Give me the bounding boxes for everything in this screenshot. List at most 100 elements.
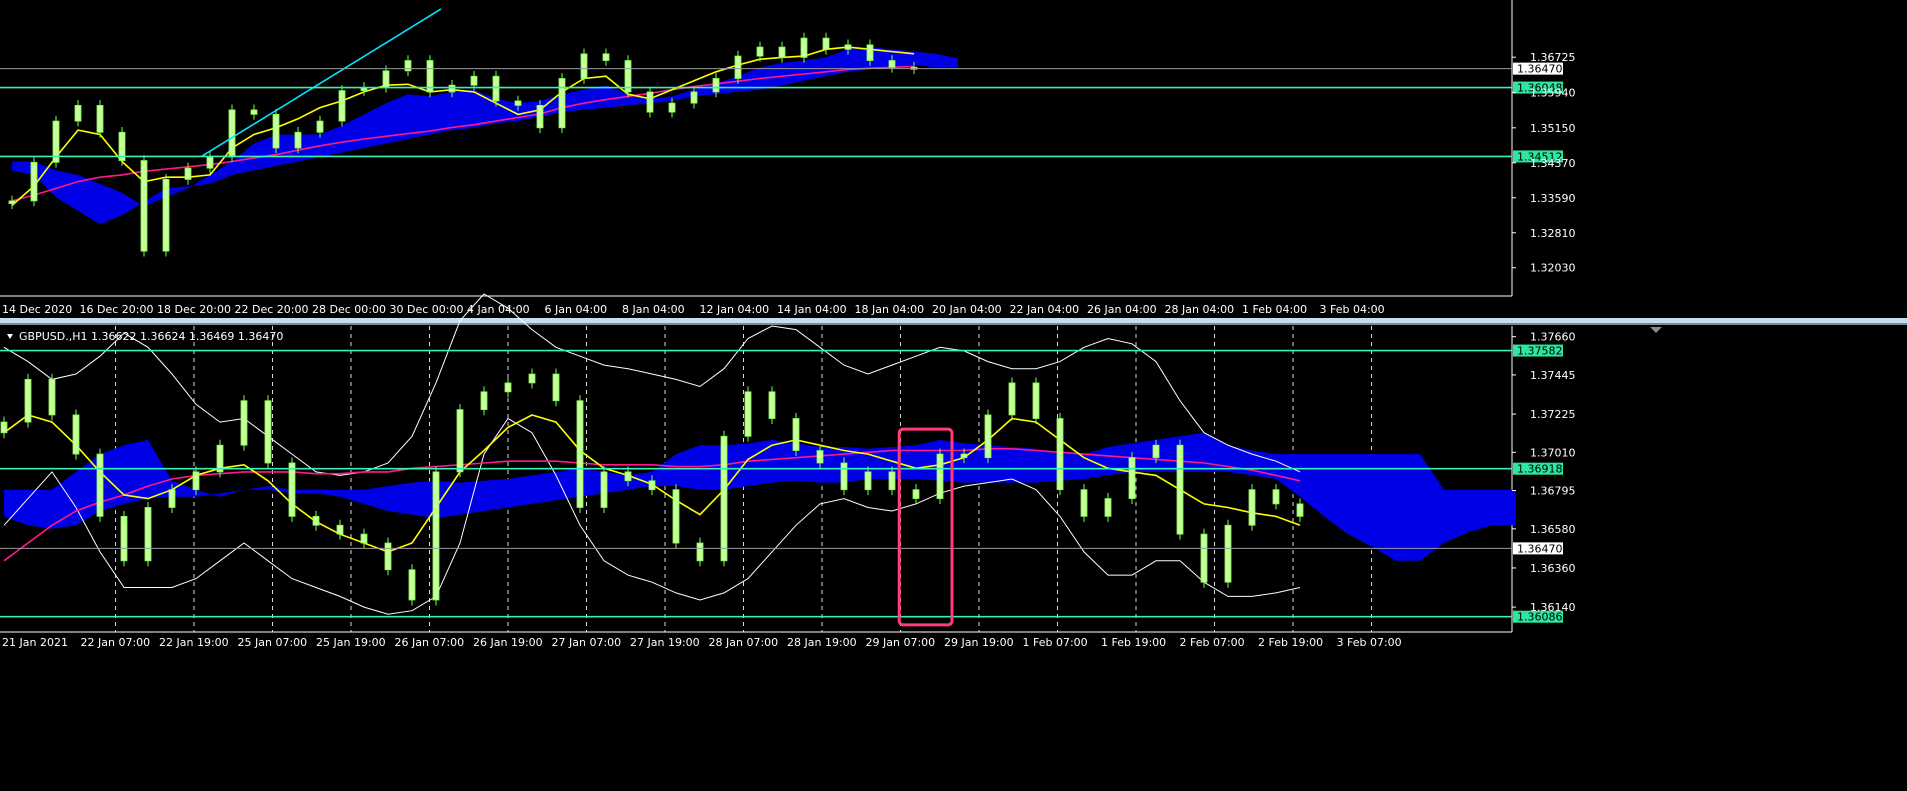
lower-x-tick-label: 27 Jan 07:00 xyxy=(552,636,622,649)
lower-candle xyxy=(1008,382,1016,416)
upper-x-tick-label: 3 Feb 04:00 xyxy=(1320,303,1385,316)
lower-candle xyxy=(168,489,176,508)
lower-level-label: 1.36918 xyxy=(1517,463,1563,476)
lower-candle xyxy=(240,400,248,446)
lower-candle xyxy=(1296,503,1304,517)
upper-x-tick-label: 30 Dec 00:00 xyxy=(390,303,464,316)
upper-x-tick-label: 18 Jan 04:00 xyxy=(855,303,925,316)
upper-candle xyxy=(30,161,38,202)
upper-candle xyxy=(778,46,786,58)
lower-candle xyxy=(720,435,728,562)
upper-candle xyxy=(668,102,676,113)
lower-x-tick-label: 28 Jan 07:00 xyxy=(709,636,779,649)
lower-x-tick-label: 3 Feb 07:00 xyxy=(1337,636,1402,649)
upper-candle xyxy=(866,44,874,61)
lower-candle xyxy=(624,471,632,482)
lower-x-tick-label: 25 Jan 19:00 xyxy=(316,636,386,649)
upper-candle xyxy=(448,84,456,93)
lower-candle xyxy=(528,373,536,384)
upper-candle xyxy=(272,113,280,149)
upper-y-tick-label: 1.34370 xyxy=(1530,157,1576,170)
upper-x-tick-label: 22 Jan 04:00 xyxy=(1010,303,1080,316)
upper-candle xyxy=(184,167,192,180)
lower-candle xyxy=(384,542,392,571)
scroll-triangle-down-icon xyxy=(1650,327,1662,333)
lower-candle xyxy=(72,414,80,455)
lower-y-tick-label: 1.37225 xyxy=(1530,408,1576,421)
upper-candle xyxy=(514,100,522,106)
upper-candle xyxy=(580,53,588,79)
upper-candle xyxy=(558,78,566,129)
upper-x-tick-label: 6 Jan 04:00 xyxy=(545,303,608,316)
upper-x-tick-label: 26 Jan 04:00 xyxy=(1087,303,1157,316)
upper-candle xyxy=(96,104,104,133)
lower-x-tick-label: 22 Jan 07:00 xyxy=(81,636,151,649)
lower-candle xyxy=(456,409,464,473)
lower-candle xyxy=(1032,382,1040,419)
lower-candle xyxy=(312,515,320,526)
upper-x-tick-label: 28 Dec 00:00 xyxy=(312,303,386,316)
lower-candle xyxy=(120,515,128,562)
upper-x-tick-label: 18 Dec 20:00 xyxy=(157,303,231,316)
mt-chart-window: 1.36048 1.34512 1.36470 1.36725 1.35940 1.351… xyxy=(0,0,1907,787)
lower-candle xyxy=(960,453,968,459)
upper-x-tick-label: 8 Jan 04:00 xyxy=(622,303,685,316)
lower-candle xyxy=(432,471,440,601)
lower-candle xyxy=(768,391,776,419)
lower-candle xyxy=(504,382,512,393)
lower-candle xyxy=(336,524,344,535)
lower-x-tick-label: 27 Jan 19:00 xyxy=(630,636,700,649)
lower-x-tick-label: 26 Jan 07:00 xyxy=(395,636,465,649)
lower-candle xyxy=(1152,444,1160,459)
lower-y-tick-label: 1.37445 xyxy=(1530,369,1576,382)
upper-candle xyxy=(888,60,896,68)
upper-candle xyxy=(316,120,324,133)
upper-x-tick-label: 16 Dec 20:00 xyxy=(80,303,154,316)
upper-x-tick-label: 12 Jan 04:00 xyxy=(700,303,770,316)
upper-candle xyxy=(844,44,852,50)
lower-level-label: 1.37582 xyxy=(1517,345,1563,358)
upper-candle xyxy=(646,91,654,113)
upper-candle xyxy=(492,75,500,102)
collapse-triangle-down-icon xyxy=(7,334,13,339)
upper-candle xyxy=(206,156,214,169)
lower-candle xyxy=(1176,444,1184,535)
upper-candle xyxy=(712,78,720,93)
upper-candle xyxy=(404,60,412,72)
lower-chart-title: GBPUSD.,H1 1.36622 1.36624 1.36469 1.364… xyxy=(19,330,283,343)
lower-candle xyxy=(360,533,368,544)
upper-candle xyxy=(140,160,148,252)
lower-candle xyxy=(288,462,296,517)
lower-x-tick-label: 29 Jan 19:00 xyxy=(944,636,1014,649)
lower-candle xyxy=(888,471,896,491)
panel-separator xyxy=(0,318,1907,323)
upper-candle xyxy=(800,37,808,58)
lower-x-tick-label: 25 Jan 07:00 xyxy=(238,636,308,649)
panel-separator-edge xyxy=(0,323,1907,325)
upper-x-tick-label: 28 Jan 04:00 xyxy=(1165,303,1235,316)
lower-current-price-label: 1.36470 xyxy=(1517,542,1563,555)
upper-y-tick-label: 1.33590 xyxy=(1530,192,1576,205)
lower-candle xyxy=(936,453,944,499)
lower-candle xyxy=(24,378,32,423)
lower-x-tick-label: 21 Jan 2021 xyxy=(2,636,68,649)
chart-canvas: 1.360481.345121.364701.367251.359401.351… xyxy=(0,0,1907,649)
lower-y-tick-label: 1.37660 xyxy=(1530,331,1576,344)
lower-candle xyxy=(792,418,800,451)
upper-candle xyxy=(602,53,610,61)
lower-y-tick-label: 1.37010 xyxy=(1530,446,1576,459)
lower-y-tick-label: 1.36580 xyxy=(1530,523,1576,536)
lower-x-tick-label: 1 Feb 19:00 xyxy=(1101,636,1166,649)
upper-x-tick-label: 1 Feb 04:00 xyxy=(1242,303,1307,316)
upper-candle xyxy=(470,75,478,86)
lower-candle xyxy=(576,400,584,508)
lower-x-tick-label: 28 Jan 19:00 xyxy=(787,636,857,649)
lower-candle xyxy=(1224,524,1232,583)
lower-candle xyxy=(816,450,824,464)
lower-candle xyxy=(672,489,680,544)
lower-candle xyxy=(600,471,608,508)
upper-candle xyxy=(294,131,302,149)
lower-candle xyxy=(648,480,656,491)
lower-candle xyxy=(912,489,920,499)
upper-x-tick-label: 4 Jan 04:00 xyxy=(467,303,530,316)
